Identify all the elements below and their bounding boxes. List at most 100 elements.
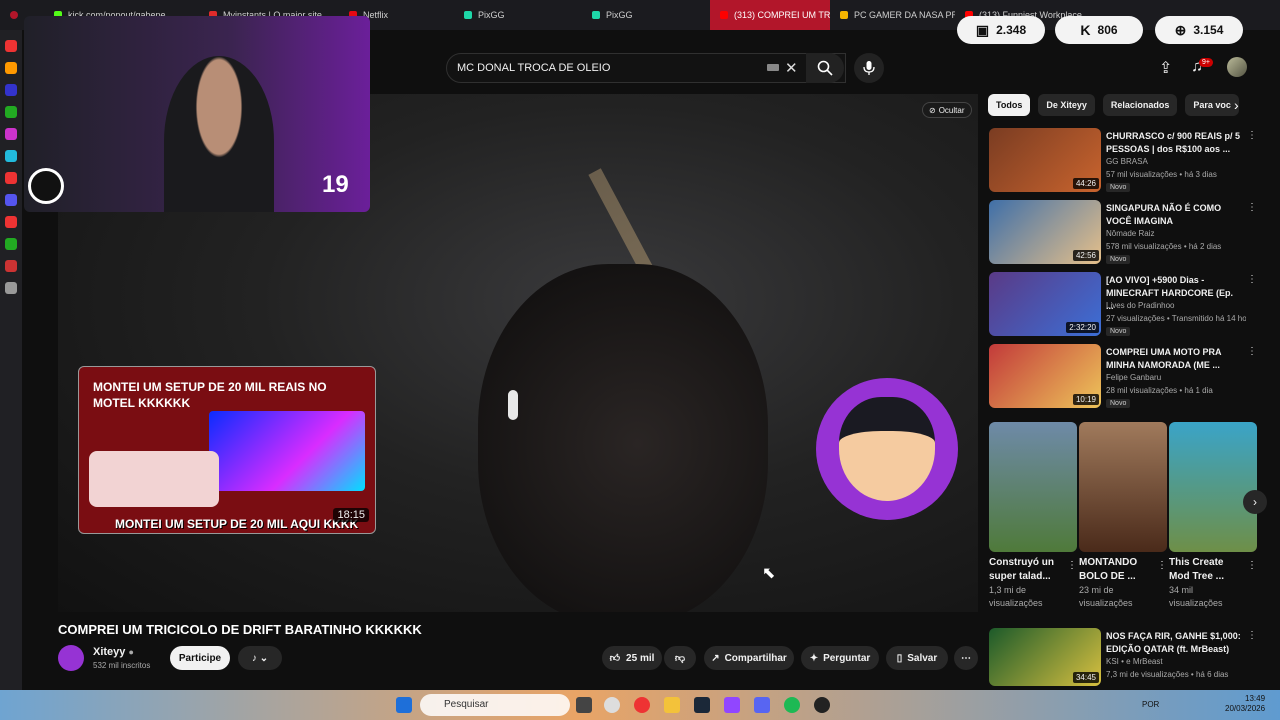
more-vert-icon[interactable]: ⋮ <box>1247 346 1257 357</box>
sidebar-app-icon[interactable] <box>5 106 17 118</box>
more-vert-icon[interactable]: ⋮ <box>1247 274 1257 285</box>
browser-tab[interactable]: PixGG <box>582 0 710 30</box>
share-icon: ↗ <box>711 652 720 664</box>
end-screen-video-card[interactable]: MONTEI UM SETUP DE 20 MIL REAIS NO MOTEL… <box>78 366 376 534</box>
video-duration: 34:45 <box>1072 672 1099 683</box>
file-explorer-icon[interactable] <box>664 697 680 713</box>
more-vert-icon[interactable]: ⋮ <box>1067 560 1077 571</box>
sidebar-app-icon[interactable] <box>5 40 17 52</box>
sidebar-app-icon[interactable] <box>5 282 17 294</box>
video-duration: 10:19 <box>1072 394 1099 405</box>
streamer-webcam: 19 <box>24 16 370 212</box>
spotify-icon[interactable] <box>784 697 800 713</box>
shorts-shelf: Construyó un super talad... 1,3 mi de vi… <box>989 422 1257 618</box>
app-icon[interactable] <box>604 697 620 713</box>
system-clock[interactable]: 13:49 20/03/2026 <box>1225 694 1265 714</box>
like-button[interactable]: 👍︎ 25 mil <box>602 646 662 670</box>
sidebar-app-icon[interactable] <box>5 260 17 272</box>
sparkle-icon: ✦ <box>809 652 819 664</box>
search-button[interactable] <box>806 53 844 83</box>
new-badge: Novo <box>1106 399 1131 408</box>
recommended-video[interactable]: 42:56 SINGAPURA NÃO É COMO VOCÊ IMAGINA … <box>989 200 1257 264</box>
chip-from-channel[interactable]: De Xiteyy <box>1038 94 1095 116</box>
sidebar-app-icon[interactable] <box>5 150 17 162</box>
channel-avatar[interactable] <box>58 645 84 671</box>
video-thumbnail: 34:45 <box>989 628 1101 686</box>
channel-name: KSI • e MrBeast <box>1106 657 1163 666</box>
video-title: NOS FAÇA RIR, GANHE $1,000: EDIÇÃO QATAR… <box>1106 631 1241 654</box>
app-icon[interactable] <box>814 697 830 713</box>
more-vert-icon[interactable]: ⋮ <box>1247 202 1257 213</box>
short-thumbnail <box>1169 422 1257 552</box>
chip-for-you[interactable]: Para voc <box>1185 94 1239 116</box>
input-language[interactable]: POR <box>1142 700 1159 709</box>
tab-favicon-icon <box>840 11 848 19</box>
more-vert-icon[interactable]: ⋮ <box>1157 560 1167 571</box>
recommended-video[interactable]: 2:32:20 [AO VIVO] +5900 Dias - MINECRAFT… <box>989 272 1257 336</box>
sidebar-app-icon[interactable] <box>5 194 17 206</box>
video-thumbnail: 42:56 <box>989 200 1101 264</box>
more-vert-icon[interactable]: ⋮ <box>1247 560 1257 571</box>
streamer-figure <box>164 56 274 212</box>
steam-icon[interactable] <box>694 697 710 713</box>
voice-search-button[interactable] <box>854 53 884 83</box>
keyboard-icon[interactable] <box>767 64 779 71</box>
clock-date: 20/03/2026 <box>1225 704 1266 713</box>
sidebar-app-icon[interactable] <box>5 216 17 228</box>
browser-tab-active[interactable]: (313) COMPREI UM TRICI <box>710 0 830 30</box>
join-button[interactable]: Participe <box>170 646 230 670</box>
dislike-button[interactable]: 👎︎ <box>664 646 696 670</box>
recommended-video[interactable]: 44:26 CHURRASCO c/ 900 REAIS p/ 5 PESSOA… <box>989 128 1257 192</box>
discord-icon[interactable] <box>754 697 770 713</box>
share-button[interactable]: ↗ Compartilhar <box>704 646 794 670</box>
clear-search-icon[interactable]: ✕ <box>785 59 798 77</box>
globe-icon: ⊕ <box>1174 21 1187 38</box>
windows-start-icon[interactable] <box>396 697 412 713</box>
task-view-icon[interactable] <box>576 697 592 713</box>
sidebar-app-icon[interactable] <box>5 172 17 184</box>
chip-all[interactable]: Todos <box>988 94 1031 116</box>
search-icon <box>817 60 833 76</box>
hide-overlay-button[interactable]: ⊘ Ocultar <box>922 102 972 118</box>
save-button[interactable]: ▯ Salvar <box>886 646 948 670</box>
ask-button[interactable]: ✦ Perguntar <box>801 646 879 670</box>
total-viewer-count: ⊕ 3.154 <box>1155 16 1243 44</box>
thumbs-down-icon: 👎︎ <box>674 653 686 664</box>
browser-tab[interactable]: PixGG <box>454 0 582 30</box>
sidebar-app-icon[interactable] <box>5 238 17 250</box>
recommended-video[interactable]: 34:45 NOS FAÇA RIR, GANHE $1,000: EDIÇÃO… <box>989 628 1257 688</box>
chip-related[interactable]: Relacionados <box>1102 94 1178 116</box>
account-avatar[interactable] <box>1227 57 1247 77</box>
sidebar-app-icon[interactable] <box>5 84 17 96</box>
video-title: COMPREI UMA MOTO PRA MINHA NAMORADA (ME … <box>1106 347 1222 370</box>
channel-name[interactable]: Xiteyy ● <box>93 646 134 658</box>
viewer-count-value: 2.348 <box>996 23 1027 37</box>
recommended-video[interactable]: 10:19 COMPREI UMA MOTO PRA MINHA NAMORAD… <box>989 344 1257 408</box>
webcam-overlay-number: 19 <box>322 171 349 198</box>
short-item[interactable]: Construyó un super talad... 1,3 mi de vi… <box>989 422 1077 610</box>
more-icon: ⋯ <box>961 652 971 664</box>
end-screen-channel-avatar[interactable] <box>816 378 958 520</box>
shorts-next-button[interactable]: › <box>1243 490 1267 514</box>
app-icon[interactable] <box>724 697 740 713</box>
more-vert-icon[interactable]: ⋮ <box>1247 130 1257 141</box>
browser-tab[interactable]: PC GAMER DA NASA PRE <box>830 0 955 30</box>
more-actions-button[interactable]: ⋯ <box>954 646 978 670</box>
card-caption: MONTEI UM SETUP DE 20 MIL AQUI KKKK <box>115 517 359 531</box>
taskbar-search-box[interactable]: Pesquisar <box>420 694 570 716</box>
eye-off-icon: ⊘ <box>929 105 936 115</box>
short-item[interactable]: This Create Mod Tree ... 34 mil visualiz… <box>1169 422 1257 610</box>
subscription-bell-button[interactable]: ♪ ⌄ <box>238 646 282 670</box>
short-item[interactable]: MONTANDO BOLO DE ... 23 mi de visualizaç… <box>1079 422 1167 610</box>
mouse-cursor-icon: ⬉ <box>762 565 776 582</box>
upload-icon[interactable]: ⇪ <box>1159 58 1172 78</box>
short-title: This Create Mod Tree ... <box>1169 557 1225 582</box>
microphone-icon <box>863 61 875 75</box>
sidebar-app-icon[interactable] <box>5 62 17 74</box>
chevron-right-icon[interactable]: › <box>1234 97 1239 113</box>
sidebar-app-icon[interactable] <box>5 128 17 140</box>
like-count: 25 mil <box>626 652 655 664</box>
opera-gx-icon[interactable] <box>634 697 650 713</box>
more-vert-icon[interactable]: ⋮ <box>1247 630 1257 641</box>
verified-icon: ● <box>128 647 134 657</box>
